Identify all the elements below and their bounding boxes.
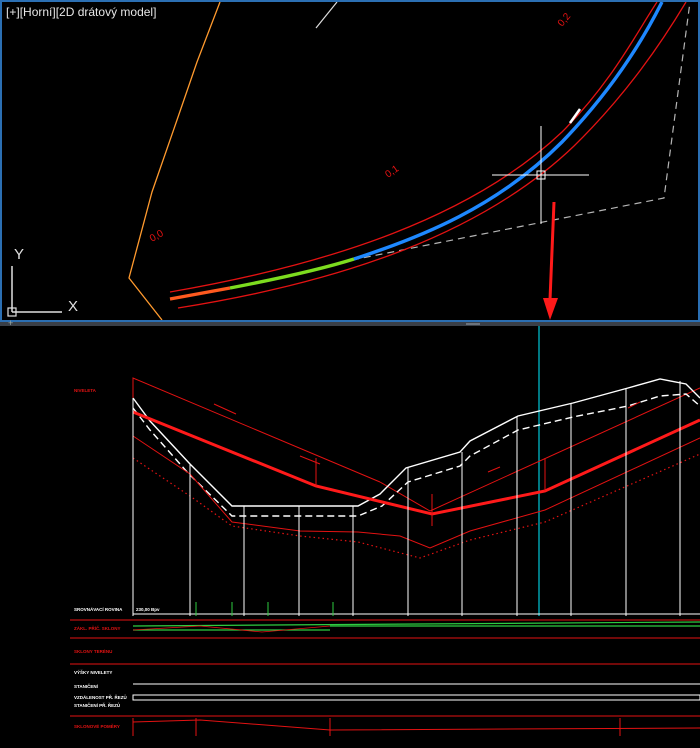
ucs-y-label: Y [14, 246, 25, 263]
short-white-line[interactable] [315, 2, 338, 29]
viewport-menu-toggle[interactable]: [+] [6, 5, 20, 19]
profile-viewport[interactable]: SROVNÁVACÍ ROVINA 230,00 Bpv ZÁKL. PŘÍČ.… [0, 326, 700, 748]
offset-line-outer[interactable] [169, 2, 658, 293]
vertical-curve-annotations [132, 388, 641, 526]
station-label: 0,2 [556, 11, 574, 29]
offset-line-inner[interactable] [177, 2, 687, 309]
crosshair-cursor [492, 126, 589, 224]
band-label: 230,00 Bpv [136, 607, 160, 612]
plan-viewport[interactable]: 0,0 0,1 0,2 [+][Horní][2D drátový model]… [0, 0, 700, 322]
band-label: SKLONY TERÉNU [74, 647, 112, 654]
alignment-orange-segment[interactable] [169, 286, 231, 301]
band-label: VÝŠKY NIVELETY [74, 668, 112, 675]
band-label: STANIČENÍ PŘ. ŘEZŮ [74, 701, 120, 708]
plan-drawing[interactable]: 0,0 0,1 0,2 [2, 2, 698, 320]
band-label: NIVELETA [74, 388, 97, 393]
band-label: ZÁKL. PŘÍČ. SKLONY [74, 624, 121, 631]
ucs-x-label: X [68, 298, 79, 315]
boundary-polyline[interactable] [128, 2, 221, 320]
terrain-dashed-line[interactable] [132, 393, 700, 517]
profile-bands [70, 602, 700, 736]
grade-reference-line[interactable] [429, 387, 700, 512]
visual-style[interactable]: [2D drátový model] [56, 5, 157, 19]
band-label: SROVNÁVACÍ ROVINA [74, 605, 123, 612]
station-label: 0,1 [383, 163, 401, 180]
band-label: STANIČENÍ [74, 682, 99, 689]
view-name[interactable]: [Horní] [20, 5, 56, 19]
profile-drawing[interactable]: SROVNÁVACÍ ROVINA 230,00 Bpv ZÁKL. PŘÍČ.… [0, 326, 700, 748]
band-label: SKLONOVÉ POMĚRY [74, 722, 120, 729]
viewport-label[interactable]: [+][Horní][2D drátový model] [6, 5, 156, 19]
alignment-blue-segment[interactable] [353, 2, 664, 261]
grade-reference-line[interactable] [132, 377, 381, 483]
terrain-line[interactable] [132, 378, 700, 507]
band-label: VZDÁLENOST PŘ. ŘEZŮ [74, 693, 127, 700]
niveleta-line[interactable] [132, 410, 700, 516]
station-label: 0,0 [148, 228, 166, 245]
alignment-direction-marker [568, 108, 582, 124]
ucs-icon [7, 266, 62, 317]
splitter-grip[interactable] [466, 323, 480, 325]
